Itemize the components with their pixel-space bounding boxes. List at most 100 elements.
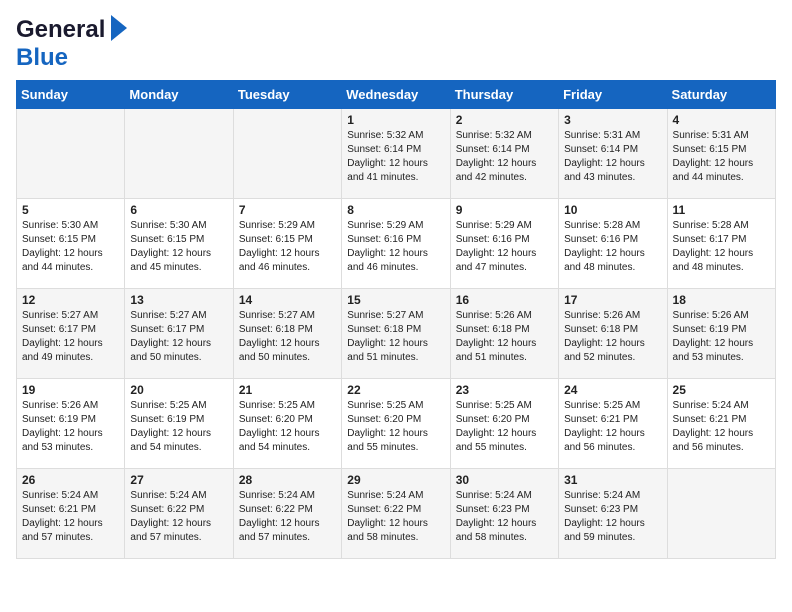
header-day-friday: Friday — [559, 81, 667, 109]
day-cell-3-4: 23 Sunrise: 5:25 AM Sunset: 6:20 PM Dayli… — [450, 379, 558, 469]
day-number: 22 — [347, 383, 444, 397]
day-cell-2-3: 15 Sunrise: 5:27 AM Sunset: 6:18 PM Dayli… — [342, 289, 450, 379]
day-cell-3-5: 24Sunrise: 5:25 AM Sunset: 6:21 PM Dayli… — [559, 379, 667, 469]
day-number: 4 — [673, 113, 770, 127]
day-number: 18 — [673, 293, 770, 307]
header-day-wednesday: Wednesday — [342, 81, 450, 109]
day-number: 19 — [22, 383, 119, 397]
day-number: 16 — [456, 293, 553, 307]
day-number: 24 — [564, 383, 661, 397]
day-cell-0-2 — [233, 109, 341, 199]
day-cell-2-6: 18 Sunrise: 5:26 AM Sunset: 6:19 PM Dayli… — [667, 289, 775, 379]
week-row-0: 1 Sunrise: 5:32 AM Sunset: 6:14 PM Daylig… — [17, 109, 776, 199]
day-number: 20 — [130, 383, 227, 397]
day-info: Sunrise: 5:28 AM Sunset: 6:17 PM Dayligh… — [673, 219, 770, 275]
day-cell-4-6 — [667, 469, 775, 559]
day-info: Sunrise: 5:27 AM Sunset: 6:17 PM Dayligh… — [130, 309, 227, 365]
day-info: Sunrise: 5:25 AM Sunset: 6:20 PM Dayligh… — [456, 399, 553, 455]
day-cell-4-4: 30 Sunrise: 5:24 AM Sunset: 6:23 PM Dayli… — [450, 469, 558, 559]
day-cell-2-4: 16 Sunrise: 5:26 AM Sunset: 6:18 PM Dayli… — [450, 289, 558, 379]
day-info: Sunrise: 5:29 AM Sunset: 6:16 PM Dayligh… — [347, 219, 444, 275]
day-number: 12 — [22, 293, 119, 307]
logo-general-text: General — [16, 16, 105, 44]
day-cell-3-2: 21Sunrise: 5:25 AM Sunset: 6:20 PM Dayli… — [233, 379, 341, 469]
day-cell-3-6: 25Sunrise: 5:24 AM Sunset: 6:21 PM Dayli… — [667, 379, 775, 469]
day-number: 27 — [130, 473, 227, 487]
logo-blue-text: Blue — [16, 44, 68, 71]
day-info: Sunrise: 5:24 AM Sunset: 6:22 PM Dayligh… — [347, 489, 444, 545]
day-number: 15 — [347, 293, 444, 307]
day-cell-2-1: 13 Sunrise: 5:27 AM Sunset: 6:17 PM Dayli… — [125, 289, 233, 379]
day-info: Sunrise: 5:30 AM Sunset: 6:15 PM Dayligh… — [130, 219, 227, 275]
day-cell-0-1 — [125, 109, 233, 199]
day-number: 17 — [564, 293, 661, 307]
day-cell-4-3: 29 Sunrise: 5:24 AM Sunset: 6:22 PM Dayli… — [342, 469, 450, 559]
day-cell-3-1: 20 Sunrise: 5:25 AM Sunset: 6:19 PM Dayli… — [125, 379, 233, 469]
day-info: Sunrise: 5:24 AM Sunset: 6:23 PM Dayligh… — [456, 489, 553, 545]
day-cell-4-2: 28Sunrise: 5:24 AM Sunset: 6:22 PM Dayli… — [233, 469, 341, 559]
day-number: 23 — [456, 383, 553, 397]
day-cell-2-0: 12 Sunrise: 5:27 AM Sunset: 6:17 PM Dayli… — [17, 289, 125, 379]
day-number: 7 — [239, 203, 336, 217]
day-info: Sunrise: 5:24 AM Sunset: 6:21 PM Dayligh… — [673, 399, 770, 455]
week-row-2: 12 Sunrise: 5:27 AM Sunset: 6:17 PM Dayli… — [17, 289, 776, 379]
week-row-3: 19 Sunrise: 5:26 AM Sunset: 6:19 PM Dayli… — [17, 379, 776, 469]
day-info: Sunrise: 5:28 AM Sunset: 6:16 PM Dayligh… — [564, 219, 661, 275]
day-info: Sunrise: 5:25 AM Sunset: 6:20 PM Dayligh… — [347, 399, 444, 455]
day-cell-1-1: 6 Sunrise: 5:30 AM Sunset: 6:15 PM Daylig… — [125, 199, 233, 289]
calendar-header-row: SundayMondayTuesdayWednesdayThursdayFrid… — [17, 81, 776, 109]
day-number: 10 — [564, 203, 661, 217]
day-number: 11 — [673, 203, 770, 217]
day-info: Sunrise: 5:32 AM Sunset: 6:14 PM Dayligh… — [456, 129, 553, 185]
day-number: 13 — [130, 293, 227, 307]
day-number: 1 — [347, 113, 444, 127]
day-cell-2-2: 14Sunrise: 5:27 AM Sunset: 6:18 PM Dayli… — [233, 289, 341, 379]
day-info: Sunrise: 5:27 AM Sunset: 6:18 PM Dayligh… — [347, 309, 444, 365]
day-info: Sunrise: 5:26 AM Sunset: 6:19 PM Dayligh… — [22, 399, 119, 455]
day-number: 6 — [130, 203, 227, 217]
day-info: Sunrise: 5:30 AM Sunset: 6:15 PM Dayligh… — [22, 219, 119, 275]
day-number: 26 — [22, 473, 119, 487]
day-cell-1-2: 7Sunrise: 5:29 AM Sunset: 6:15 PM Daylig… — [233, 199, 341, 289]
day-info: Sunrise: 5:31 AM Sunset: 6:15 PM Dayligh… — [673, 129, 770, 185]
day-cell-0-0 — [17, 109, 125, 199]
day-cell-0-4: 2 Sunrise: 5:32 AM Sunset: 6:14 PM Daylig… — [450, 109, 558, 199]
day-number: 5 — [22, 203, 119, 217]
header-day-saturday: Saturday — [667, 81, 775, 109]
day-cell-3-0: 19 Sunrise: 5:26 AM Sunset: 6:19 PM Dayli… — [17, 379, 125, 469]
day-number: 3 — [564, 113, 661, 127]
header-day-monday: Monday — [125, 81, 233, 109]
logo-arrow-icon — [111, 15, 127, 41]
day-info: Sunrise: 5:27 AM Sunset: 6:17 PM Dayligh… — [22, 309, 119, 365]
day-cell-2-5: 17 Sunrise: 5:26 AM Sunset: 6:18 PM Dayli… — [559, 289, 667, 379]
day-cell-4-0: 26 Sunrise: 5:24 AM Sunset: 6:21 PM Dayli… — [17, 469, 125, 559]
day-cell-1-0: 5 Sunrise: 5:30 AM Sunset: 6:15 PM Daylig… — [17, 199, 125, 289]
day-number: 9 — [456, 203, 553, 217]
day-info: Sunrise: 5:24 AM Sunset: 6:23 PM Dayligh… — [564, 489, 661, 545]
day-info: Sunrise: 5:24 AM Sunset: 6:21 PM Dayligh… — [22, 489, 119, 545]
calendar-table: SundayMondayTuesdayWednesdayThursdayFrid… — [16, 80, 776, 559]
day-info: Sunrise: 5:31 AM Sunset: 6:14 PM Dayligh… — [564, 129, 661, 185]
day-info: Sunrise: 5:25 AM Sunset: 6:19 PM Dayligh… — [130, 399, 227, 455]
day-info: Sunrise: 5:25 AM Sunset: 6:20 PM Dayligh… — [239, 399, 336, 455]
day-number: 2 — [456, 113, 553, 127]
day-number: 28 — [239, 473, 336, 487]
day-number: 29 — [347, 473, 444, 487]
day-info: Sunrise: 5:27 AM Sunset: 6:18 PM Dayligh… — [239, 309, 336, 365]
day-cell-0-6: 4 Sunrise: 5:31 AM Sunset: 6:15 PM Daylig… — [667, 109, 775, 199]
header-day-tuesday: Tuesday — [233, 81, 341, 109]
week-row-4: 26 Sunrise: 5:24 AM Sunset: 6:21 PM Dayli… — [17, 469, 776, 559]
day-number: 30 — [456, 473, 553, 487]
day-info: Sunrise: 5:26 AM Sunset: 6:18 PM Dayligh… — [564, 309, 661, 365]
day-info: Sunrise: 5:26 AM Sunset: 6:19 PM Dayligh… — [673, 309, 770, 365]
week-row-1: 5 Sunrise: 5:30 AM Sunset: 6:15 PM Daylig… — [17, 199, 776, 289]
logo: General Blue — [16, 16, 127, 72]
day-cell-0-3: 1Sunrise: 5:32 AM Sunset: 6:14 PM Daylig… — [342, 109, 450, 199]
day-info: Sunrise: 5:26 AM Sunset: 6:18 PM Dayligh… — [456, 309, 553, 365]
header-day-thursday: Thursday — [450, 81, 558, 109]
day-info: Sunrise: 5:24 AM Sunset: 6:22 PM Dayligh… — [130, 489, 227, 545]
header-day-sunday: Sunday — [17, 81, 125, 109]
day-cell-4-5: 31Sunrise: 5:24 AM Sunset: 6:23 PM Dayli… — [559, 469, 667, 559]
day-cell-3-3: 22 Sunrise: 5:25 AM Sunset: 6:20 PM Dayli… — [342, 379, 450, 469]
day-cell-1-5: 10 Sunrise: 5:28 AM Sunset: 6:16 PM Dayli… — [559, 199, 667, 289]
